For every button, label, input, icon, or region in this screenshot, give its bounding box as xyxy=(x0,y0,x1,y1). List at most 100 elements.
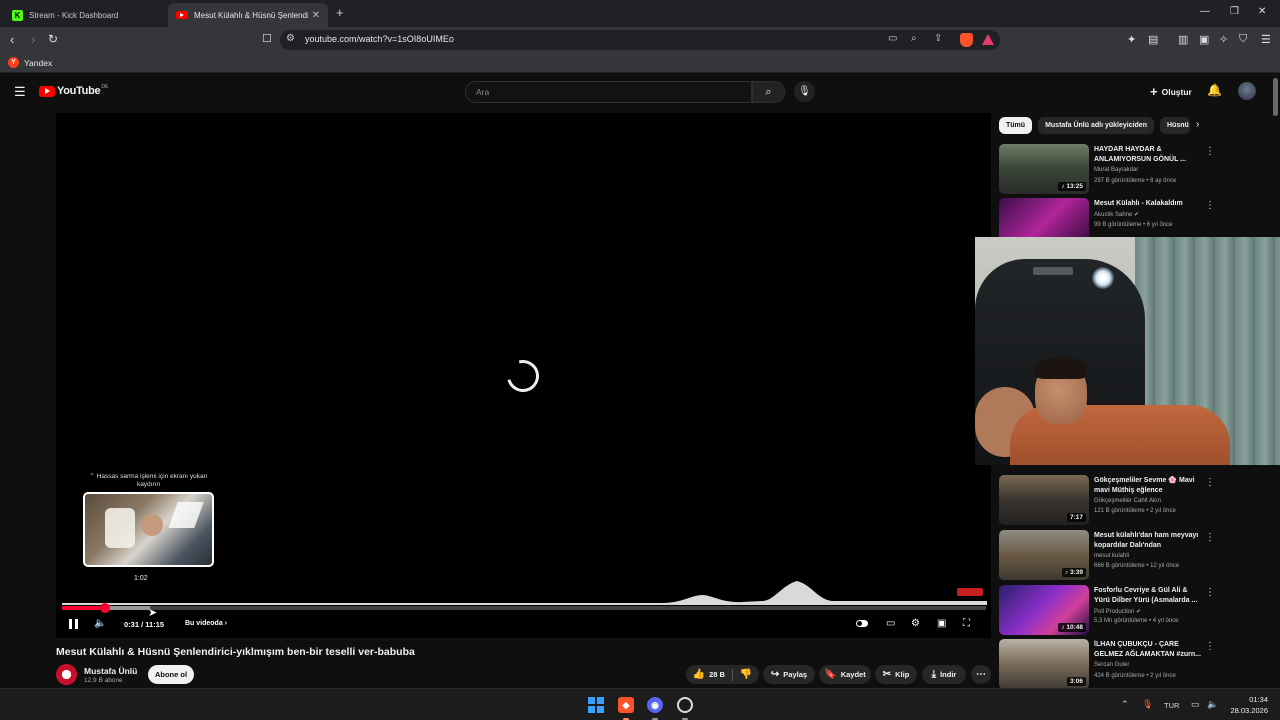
more-vertical-icon[interactable]: ⋮ xyxy=(1205,532,1215,543)
vpn-icon[interactable]: ⛉ xyxy=(1239,33,1247,46)
chip-uploader[interactable]: Mustafa Ünlü adlı yükleyiciden xyxy=(1038,117,1154,134)
video-player[interactable]: ⌃ Hassas sarma işlemi için ekranı yukarı… xyxy=(56,113,991,638)
clip-button[interactable]: ✂ Klip xyxy=(875,665,917,684)
recommendation-channel[interactable]: mesut kulahli xyxy=(1094,553,1129,559)
scrubber-handle[interactable] xyxy=(99,603,110,613)
youtube-logo[interactable]: YouTube DE xyxy=(39,84,108,97)
recommendation-title[interactable]: HAYDAR HAYDAR & ANLAMIYORSUN GÖNÜL ... xyxy=(1094,145,1204,165)
forward-icon[interactable]: › xyxy=(31,32,35,47)
system-clock[interactable]: 01:34 28.03.2026 xyxy=(1226,694,1268,716)
bookmark-yandex[interactable]: Y Yandex xyxy=(8,57,52,68)
cast-icon[interactable]: ▭ xyxy=(888,33,897,44)
channel-avatar[interactable] xyxy=(56,664,77,685)
language-indicator[interactable]: TUR xyxy=(1164,701,1179,710)
search-button[interactable]: ⌕ xyxy=(752,81,785,103)
like-button[interactable]: 👍 28 B xyxy=(693,669,725,680)
chevron-right-icon[interactable]: › xyxy=(1196,119,1199,130)
thumbs-down-icon[interactable]: 👎 xyxy=(740,669,752,680)
recommendation-title[interactable]: Gökçeşmeliler Sevme 🌸 Mavi mavi Müthiş e… xyxy=(1094,476,1204,496)
more-vertical-icon[interactable]: ⋮ xyxy=(1205,477,1215,488)
autoplay-toggle[interactable] xyxy=(856,620,868,627)
chip-all[interactable]: Tümü xyxy=(999,117,1033,134)
url-text[interactable]: youtube.com/watch?v=1sOI8oUIMEo xyxy=(305,34,454,44)
restore-icon[interactable]: ❐ xyxy=(1230,6,1239,17)
video-thumbnail[interactable]: ♪ 3:39 xyxy=(999,530,1089,580)
close-window-icon[interactable]: ✕ xyxy=(1258,6,1266,17)
windows-start-icon[interactable] xyxy=(588,697,604,713)
site-settings-icon[interactable]: ⚙ xyxy=(286,33,295,44)
chip-husnu[interactable]: Hüsnü xyxy=(1159,117,1190,134)
bookmark-icon[interactable]: ☐ xyxy=(262,32,272,45)
recommendation-title[interactable]: Mesut külahlı'dan ham meyvayı kopardılar… xyxy=(1094,531,1204,551)
volume-icon[interactable]: 🔈 xyxy=(94,618,106,629)
recommendation-item[interactable]: 7:17 Gökçeşmeliler Sevme 🌸 Mavi mavi Müt… xyxy=(999,475,1269,525)
subtitles-icon[interactable]: ▭ xyxy=(886,618,895,629)
microphone-tray-icon[interactable]: 🎙 xyxy=(1142,699,1153,710)
recommendation-item[interactable]: ♪ 13:25 HAYDAR HAYDAR & ANLAMIYORSUN GÖN… xyxy=(999,144,1269,194)
close-tab-icon[interactable]: ✕ xyxy=(312,10,320,21)
recommendation-item[interactable]: 3:06 İLHAN ÇUBUKÇU - ÇARE GELMEZ AĞLAMAK… xyxy=(999,639,1269,689)
leo-ai-icon[interactable]: ✧ xyxy=(1219,33,1228,46)
voice-search-button[interactable]: 🎙 xyxy=(794,81,815,102)
address-bar[interactable]: ⚙ youtube.com/watch?v=1sOI8oUIMEo ▭ ⌕ ⇪ xyxy=(280,30,1000,50)
video-thumbnail[interactable]: 3:06 xyxy=(999,639,1089,689)
video-thumbnail[interactable]: 7:17 xyxy=(999,475,1089,525)
hamburger-menu-icon[interactable]: ☰ xyxy=(14,84,26,100)
back-icon[interactable]: ‹ xyxy=(10,32,14,47)
brave-shield-icon[interactable] xyxy=(960,33,973,47)
new-tab-icon[interactable]: + xyxy=(336,5,344,20)
recommendation-channel[interactable]: Akustik Sahne ✔ xyxy=(1094,211,1139,218)
video-thumbnail[interactable]: ♪ 13:25 xyxy=(999,144,1089,194)
chapters-button[interactable]: Bu videoda › xyxy=(185,620,227,627)
obs-icon[interactable] xyxy=(677,697,693,713)
more-actions-button[interactable]: ⋯ xyxy=(971,665,991,684)
fullscreen-icon[interactable]: ⛶ xyxy=(963,618,970,629)
extensions-icon[interactable]: ✦ xyxy=(1127,33,1136,46)
brave-rewards-icon[interactable] xyxy=(982,34,994,45)
menu-icon[interactable]: ☰ xyxy=(1261,33,1271,46)
recommendation-title[interactable]: Fosforlu Cevriye & Gül Ali & Yürü Dilber… xyxy=(1094,586,1204,606)
more-vertical-icon[interactable]: ⋮ xyxy=(1205,587,1215,598)
discord-icon[interactable]: ◉ xyxy=(647,697,663,713)
channel-watermark[interactable] xyxy=(957,588,983,596)
recommendation-item[interactable]: ♪ 3:39 Mesut külahlı'dan ham meyvayı kop… xyxy=(999,530,1269,580)
scrollbar-thumb[interactable] xyxy=(1273,78,1278,116)
theater-mode-icon[interactable]: ▣ xyxy=(937,618,946,629)
sidebar-icon[interactable]: ▥ xyxy=(1178,33,1188,46)
search-input[interactable]: Ara xyxy=(465,81,752,103)
recommendation-channel[interactable]: Poll Production ✔ xyxy=(1094,608,1141,615)
tab-search-icon[interactable]: ▤ xyxy=(1148,33,1158,46)
notifications-bell-icon[interactable]: 🔔 xyxy=(1207,83,1222,97)
more-vertical-icon[interactable]: ⋮ xyxy=(1205,641,1215,652)
progress-bar[interactable] xyxy=(62,603,986,613)
recommendation-title[interactable]: İLHAN ÇUBUKÇU - ÇARE GELMEZ AĞLAMAKTAN #… xyxy=(1094,640,1204,660)
recommendation-title[interactable]: Mesut Külahlı - Kalakaldım xyxy=(1094,199,1204,209)
tab-kick-dashboard[interactable]: K Stream - Kick Dashboard xyxy=(4,3,162,27)
more-vertical-icon[interactable]: ⋮ xyxy=(1205,200,1215,211)
recommendation-channel[interactable]: Sercan Guler xyxy=(1094,662,1129,668)
zoom-icon[interactable]: ⌕ xyxy=(911,33,917,44)
share-button[interactable]: ↪ Paylaş xyxy=(763,665,815,684)
save-button[interactable]: 🔖 Kaydet xyxy=(819,665,871,684)
video-thumbnail[interactable]: ♪ 10:48 xyxy=(999,585,1089,635)
more-vertical-icon[interactable]: ⋮ xyxy=(1205,146,1215,157)
subscribe-button[interactable]: Abone ol xyxy=(148,665,194,684)
tray-overflow-icon[interactable]: ⌃ xyxy=(1121,699,1129,710)
recommendation-channel[interactable]: Gökçeşmeliler Cahit Akın xyxy=(1094,498,1161,504)
create-button[interactable]: + Oluştur xyxy=(1150,84,1192,99)
share-icon[interactable]: ⇪ xyxy=(934,33,942,44)
recommendation-channel[interactable]: Murat Bayrakdar xyxy=(1094,167,1138,173)
reload-icon[interactable]: ↻ xyxy=(48,32,58,46)
pause-icon[interactable] xyxy=(69,619,78,629)
download-button[interactable]: ⤓ İndir xyxy=(922,665,966,684)
speaker-icon[interactable]: 🔈 xyxy=(1207,699,1218,710)
tab-youtube-video[interactable]: Mesut Külahlı & Hüsnü Şenlendi ✕ xyxy=(168,3,328,27)
recommendation-item[interactable]: ♪ 10:48 Fosforlu Cevriye & Gül Ali & Yür… xyxy=(999,585,1269,635)
minimize-icon[interactable]: — xyxy=(1200,6,1210,17)
brave-browser-icon[interactable]: ◆ xyxy=(618,697,634,713)
network-icon[interactable]: ▭ xyxy=(1191,699,1200,710)
settings-gear-icon[interactable]: ⚙ xyxy=(911,618,920,629)
channel-name[interactable]: Mustafa Ünlü xyxy=(84,666,137,676)
account-avatar[interactable] xyxy=(1238,82,1256,100)
wallet-icon[interactable]: ▣ xyxy=(1199,33,1209,46)
